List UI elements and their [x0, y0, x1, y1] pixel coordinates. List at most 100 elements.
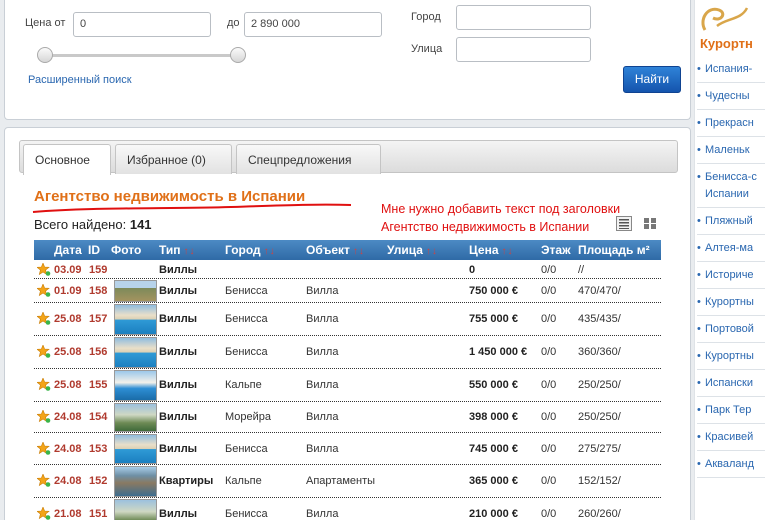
- sidebar-link[interactable]: Красивей: [697, 430, 753, 445]
- total-found: Всего найдено: 141: [34, 217, 152, 232]
- row-type[interactable]: Виллы: [159, 508, 197, 520]
- col-date[interactable]: Дата: [54, 243, 82, 257]
- new-star-icon: [37, 442, 51, 455]
- sidebar-divider: [697, 450, 765, 451]
- row-floor: 0/0: [541, 443, 557, 455]
- col-area[interactable]: Площадь м²: [578, 243, 650, 257]
- new-star-icon: [37, 284, 51, 297]
- table-row[interactable]: 25.08 155 Виллы Кальпе Вилла 550 000 € 0/0 250/…: [34, 369, 661, 402]
- sidebar-link[interactable]: Курортны: [697, 349, 754, 364]
- row-id[interactable]: 154: [89, 411, 107, 423]
- row-date: 24.08: [54, 411, 82, 423]
- row-price: 1 450 000 €: [469, 346, 528, 358]
- property-photo[interactable]: [114, 499, 157, 520]
- sidebar-divider: [697, 396, 765, 397]
- col-floor[interactable]: Этаж: [541, 243, 571, 257]
- row-floor: 0/0: [541, 285, 557, 297]
- col-object[interactable]: Объект ↑↓: [306, 243, 365, 257]
- advanced-search-link[interactable]: Расширенный поиск: [28, 74, 132, 86]
- row-city: Бенисса: [225, 443, 268, 455]
- row-date: 21.08: [54, 508, 82, 520]
- sidebar-link[interactable]: Испания-: [697, 62, 752, 77]
- sidebar-link[interactable]: Курортны: [697, 295, 754, 310]
- sidebar-link[interactable]: Бенисса-с: [697, 170, 757, 185]
- row-type[interactable]: Квартиры: [159, 475, 213, 487]
- table-row[interactable]: 25.08 157 Виллы Бенисса Вилла 755 000 € 0/0 435…: [34, 303, 661, 336]
- col-street[interactable]: Улица ↑↓: [387, 243, 438, 257]
- sidebar-link[interactable]: Прекрасн: [697, 116, 754, 131]
- price-slider-track[interactable]: [45, 54, 238, 57]
- table-row[interactable]: 01.09 158 Виллы Бенисса Вилла 750 000 € 0/0 470…: [34, 279, 661, 303]
- sort-arrows-icon[interactable]: ↑↓: [353, 246, 365, 257]
- property-photo[interactable]: [114, 403, 157, 432]
- col-price[interactable]: Цена ↑↓: [469, 243, 514, 257]
- sidebar-link[interactable]: Маленьк: [697, 143, 749, 158]
- price-to-input[interactable]: 2 890 000: [244, 12, 382, 37]
- sidebar-link[interactable]: Парк Тер: [697, 403, 751, 418]
- property-photo[interactable]: [114, 337, 157, 368]
- row-city: Бенисса: [225, 313, 268, 325]
- col-id[interactable]: ID: [88, 243, 100, 257]
- row-type[interactable]: Виллы: [159, 443, 197, 455]
- table-row[interactable]: 24.08 152 Квартиры Кальпе Апартаменты 365 000…: [34, 465, 661, 498]
- grid-view-icon[interactable]: [642, 216, 658, 231]
- city-input[interactable]: [456, 5, 591, 30]
- price-slider-max-handle[interactable]: [230, 47, 246, 63]
- row-area: 152/152/: [578, 475, 621, 487]
- table-row[interactable]: 24.08 153 Виллы Бенисса Вилла 745 000 € 0/0 275…: [34, 433, 661, 465]
- table-row[interactable]: 25.08 156 Виллы Бенисса Вилла 1 450 000 € 0/0 3…: [34, 336, 661, 369]
- sort-arrows-icon[interactable]: ↑↓: [184, 246, 196, 257]
- row-id[interactable]: 157: [89, 313, 107, 325]
- sidebar-link[interactable]: Испански: [697, 376, 753, 391]
- sidebar-link[interactable]: Историче: [697, 268, 753, 283]
- row-type[interactable]: Виллы: [159, 379, 197, 391]
- row-id[interactable]: 153: [89, 443, 107, 455]
- find-button[interactable]: Найти: [623, 66, 681, 93]
- row-city: Кальпе: [225, 475, 262, 487]
- col-photo: Фото: [111, 243, 142, 257]
- row-id[interactable]: 159: [89, 264, 107, 276]
- sidebar-link[interactable]: Пляжный: [697, 214, 753, 229]
- row-id[interactable]: 151: [89, 508, 107, 520]
- row-type[interactable]: Виллы: [159, 313, 197, 325]
- tab-favorites[interactable]: Избранное (0): [115, 144, 232, 174]
- results-panel: Основное Избранное (0) Спецпредложения А…: [4, 127, 691, 520]
- row-id[interactable]: 155: [89, 379, 107, 391]
- row-type[interactable]: Виллы: [159, 264, 197, 276]
- row-date: 25.08: [54, 346, 82, 358]
- property-photo[interactable]: [114, 304, 157, 335]
- property-photo[interactable]: [114, 466, 157, 497]
- property-photo[interactable]: [114, 370, 157, 401]
- tab-main[interactable]: Основное: [23, 144, 111, 175]
- row-type[interactable]: Виллы: [159, 346, 197, 358]
- table-row[interactable]: 24.08 154 Виллы Морейра Вилла 398 000 € 0/0 250…: [34, 402, 661, 433]
- sidebar-link[interactable]: Чудесны: [697, 89, 750, 104]
- col-city[interactable]: Город ↑↓: [225, 243, 276, 257]
- row-id[interactable]: 158: [89, 285, 107, 297]
- sidebar-link[interactable]: Акваланд: [697, 457, 754, 472]
- property-photo[interactable]: [114, 280, 157, 302]
- price-from-input[interactable]: 0: [73, 12, 211, 37]
- sort-arrows-icon[interactable]: ↑↓: [426, 246, 438, 257]
- sidebar-link[interactable]: Портовой: [697, 322, 754, 337]
- street-input[interactable]: [456, 37, 591, 62]
- row-object: Апартаменты: [306, 475, 376, 487]
- row-id[interactable]: 152: [89, 475, 107, 487]
- sort-arrows-icon[interactable]: ↑↓: [264, 246, 276, 257]
- tab-special-offers[interactable]: Спецпредложения: [236, 144, 381, 174]
- table-row[interactable]: 03.09 159 Виллы 0 0/0 //: [34, 261, 661, 279]
- row-type[interactable]: Виллы: [159, 411, 197, 423]
- row-area: 435/435/: [578, 313, 621, 325]
- sidebar-link[interactable]: Алтея-ма: [697, 241, 753, 256]
- row-id[interactable]: 156: [89, 346, 107, 358]
- col-type[interactable]: Тип ↑↓: [159, 243, 196, 257]
- sidebar-link[interactable]: Испании: [705, 187, 749, 202]
- list-view-icon[interactable]: [616, 216, 632, 231]
- property-photo[interactable]: [114, 434, 157, 464]
- price-slider-min-handle[interactable]: [37, 47, 53, 63]
- sort-arrows-icon[interactable]: ↑↓: [502, 246, 514, 257]
- row-type[interactable]: Виллы: [159, 285, 197, 297]
- sidebar-title: Курортн: [700, 36, 753, 51]
- table-row[interactable]: 21.08 151 Виллы Бенисса Вилла 210 000 € 0/0 260…: [34, 498, 661, 520]
- sidebar: Курортн Испания- Чудесны Прекрасн Маленьк Бе…: [694, 0, 766, 520]
